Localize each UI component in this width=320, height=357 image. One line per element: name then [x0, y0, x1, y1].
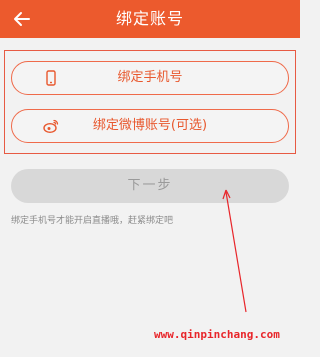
- page-title: 绑定账号: [115, 9, 184, 28]
- next-step-button[interactable]: 下一步: [11, 169, 289, 203]
- bind-weibo-label: 绑定微博账号(可选): [92, 118, 208, 133]
- bind-phone-label: 绑定手机号: [117, 70, 183, 85]
- bind-weibo-button[interactable]: 绑定微博账号(可选): [11, 109, 289, 143]
- hint-text: 绑定手机号才能开启直播哦，赶紧绑定吧: [11, 216, 174, 226]
- bind-phone-button[interactable]: 绑定手机号: [11, 61, 289, 95]
- watermark-text: www.qinpinchang.com: [154, 328, 280, 341]
- top-app-bar: 绑定账号: [0, 0, 300, 38]
